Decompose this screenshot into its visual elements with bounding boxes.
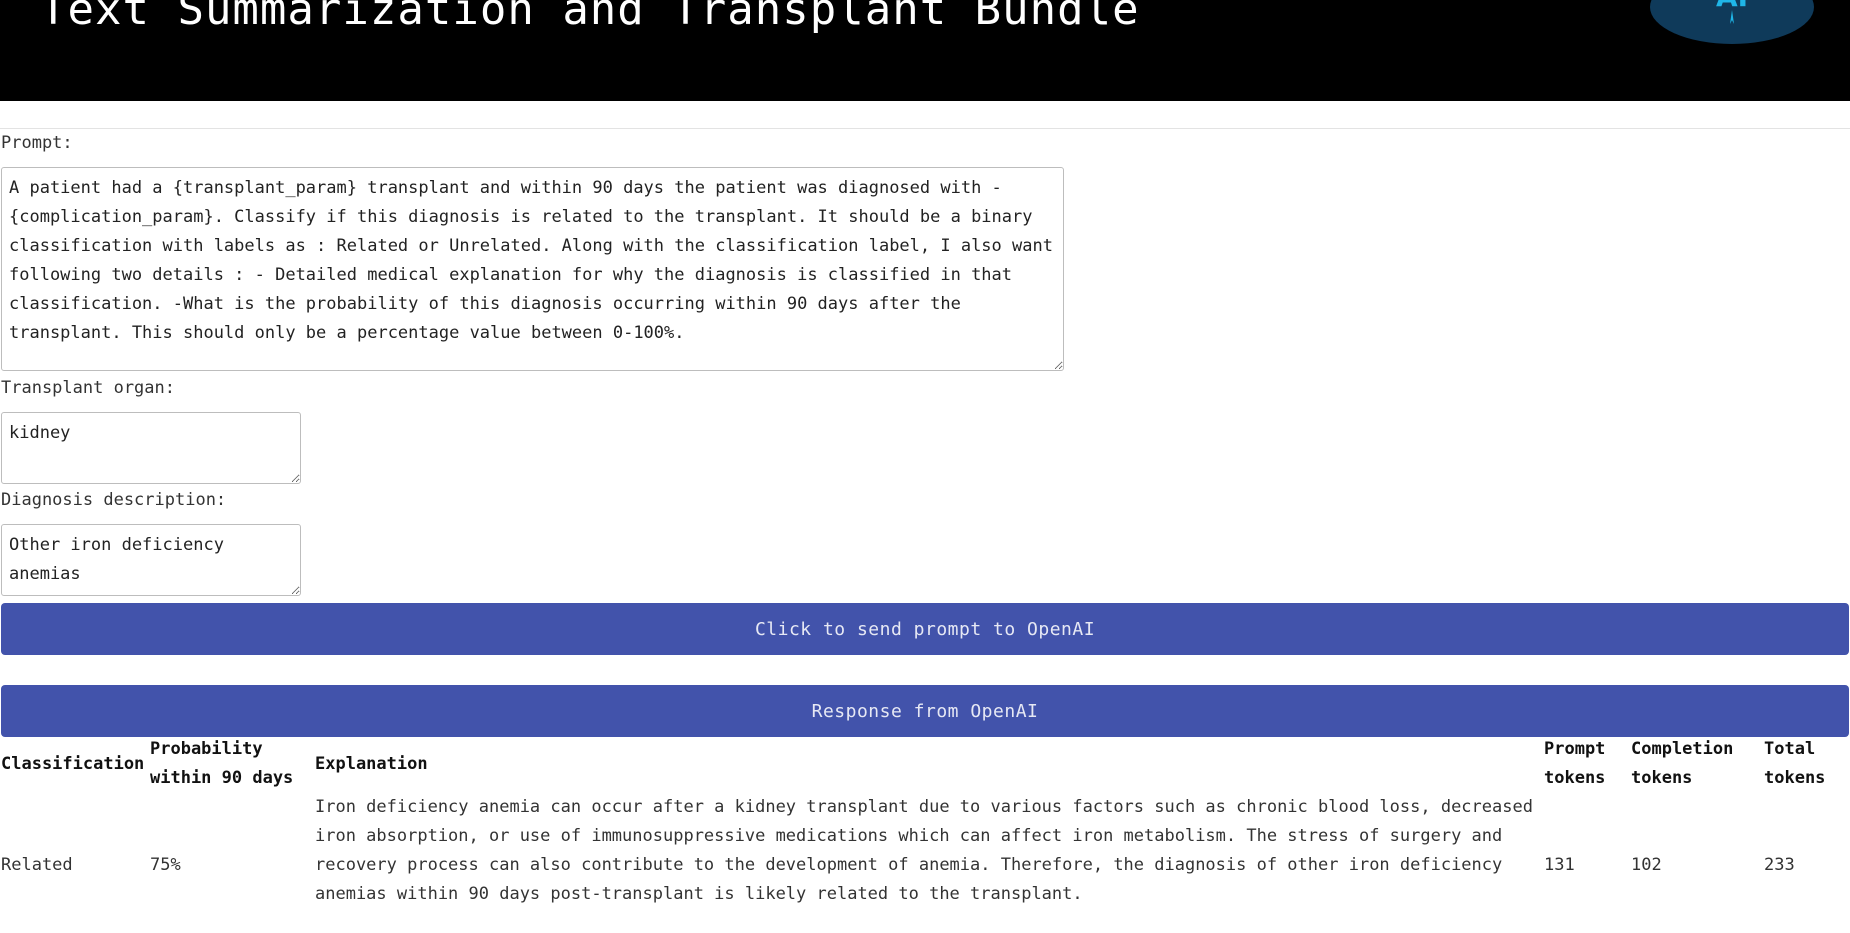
prompt-label: Prompt:	[1, 133, 73, 153]
cell-explanation: Iron deficiency anemia can occur after a…	[315, 797, 1533, 904]
col-completion-tokens: Completion tokens	[1631, 739, 1734, 788]
app-header: Text Summarization and Transplant Bundle…	[0, 0, 1850, 101]
cell-total-tokens: 233	[1764, 855, 1795, 875]
response-header: Response from OpenAI	[1, 685, 1849, 737]
col-total-tokens: Total tokens	[1764, 739, 1826, 788]
main-content: Prompt: A patient had a {transplant_para…	[0, 128, 1850, 933]
col-probability: Probability within 90 days	[150, 739, 294, 788]
logo-icon: AI	[1716, 0, 1748, 24]
app-title: Text Summarization and Transplant Bundle	[40, 0, 1140, 35]
col-prompt-tokens: Prompt tokens	[1544, 739, 1606, 788]
transplant-organ-label: Transplant organ:	[1, 378, 175, 398]
cell-completion-tokens: 102	[1631, 855, 1662, 875]
prompt-textarea[interactable]: A patient had a {transplant_param} trans…	[1, 167, 1064, 371]
col-classification: Classification	[1, 754, 145, 774]
logo: AI	[1650, 0, 1814, 44]
cell-probability: 75%	[150, 855, 181, 875]
col-explanation: Explanation	[315, 754, 428, 774]
cell-prompt-tokens: 131	[1544, 855, 1575, 875]
transplant-organ-input[interactable]: kidney	[1, 412, 301, 484]
send-prompt-button[interactable]: Click to send prompt to OpenAI	[1, 603, 1849, 655]
cell-classification: Related	[1, 855, 73, 875]
diagnosis-label: Diagnosis description:	[1, 490, 227, 510]
diagnosis-input[interactable]: Other iron deficiency anemias	[1, 524, 301, 596]
